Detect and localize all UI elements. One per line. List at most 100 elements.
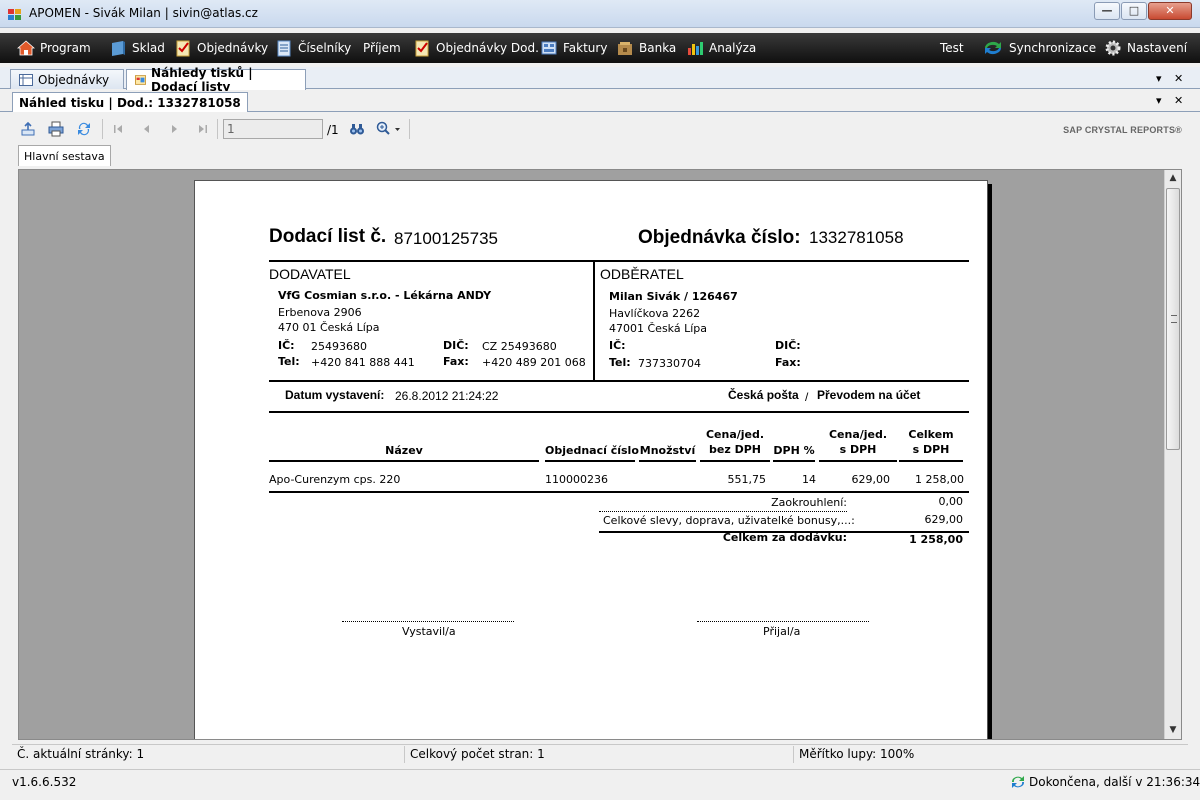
supplier-street: Erbenova 2906 [278,306,362,319]
divider [639,460,696,462]
payment-method: Převodem na účet [817,388,921,402]
signature-received-label: Přijal/a [763,625,801,638]
status-total-pages: Celkový počet stran: 1 [410,747,545,761]
col-celkem: Celkem s DPH [908,428,954,456]
supplier-fax-label: Fax: [443,355,469,368]
status-current-page: Č. aktuální stránky: 1 [17,747,145,761]
issue-date-label: Datum vystavení: [285,388,385,402]
menu-faktury-label: Faktury [563,41,608,55]
total-value: 1 258,00 [909,533,963,546]
menu-objednavky-label: Objednávky [197,41,269,55]
signature-issued-label: Vystavil/a [402,625,456,638]
delivery-note-number: 87100125735 [394,229,499,248]
tab-hlavni-sestava-label: Hlavní sestava [24,149,105,163]
scroll-up-icon[interactable]: ▲ [1165,170,1181,187]
customer-ic-label: IČ: [609,339,626,352]
print-preview-icon [135,75,147,85]
menu-test[interactable]: Test [940,33,964,63]
tabs-dropdown-icon[interactable]: ▾ [1156,72,1162,85]
maximize-button[interactable]: □ [1121,2,1147,20]
app-version: v1.6.6.532 [12,775,77,789]
customer-city: 47001 Česká Lípa [609,322,707,335]
menu-sklad[interactable]: Sklad [109,33,165,63]
sync-status: Dokončena, další v 21:36:34 [1029,775,1200,789]
col-cena-bez-dph: Cena/jed. bez DPH [705,428,765,456]
supplier-tel-label: Tel: [278,355,300,368]
print-icon[interactable] [48,121,64,137]
list-icon [277,40,291,57]
col-mnozstvi: Množství [639,444,696,457]
menu-banka[interactable]: Banka [616,33,676,63]
menu-objednavky[interactable]: Objednávky [174,33,268,63]
customer-title: ODBĚRATEL [600,266,684,282]
total-label: Celkem za dodávku: [722,531,847,544]
preview-close-icon[interactable]: ✕ [1174,94,1183,107]
report-page: Dodací list č. 87100125735 Objednávka čí… [194,180,988,739]
page-number-input[interactable] [223,119,323,139]
divider [269,260,969,262]
export-icon[interactable] [20,121,36,137]
customer-name: Milan Sivák / 126467 [609,290,738,303]
menu-faktury[interactable]: Faktury [540,33,607,63]
crystal-reports-logo: SAP CRYSTAL REPORTS® [1063,125,1182,135]
sync-icon [984,41,1002,55]
chart-icon [688,42,703,55]
customer-tel: 737330704 [638,357,701,370]
supplier-ic-label: IČ: [278,339,295,352]
scroll-thumb[interactable] [1166,188,1180,450]
tab-hlavni-sestava[interactable]: Hlavní sestava [18,145,111,166]
menu-sklad-label: Sklad [132,41,165,55]
row-dph: 14 [802,473,816,486]
report-preview-area[interactable]: Dodací list č. 87100125735 Objednávka čí… [18,169,1182,740]
app-status-bar: v1.6.6.532 Dokončena, další v 21:36:34 [0,769,1200,793]
col-cena-s-dph: Cena/jed. s DPH [828,428,888,456]
previous-page-icon[interactable] [138,121,154,137]
minimize-button[interactable]: — [1094,2,1120,20]
next-page-icon[interactable] [167,121,183,137]
home-icon [17,40,35,56]
toolbar-separator [102,119,103,139]
signature-line-issued [342,621,514,622]
menu-objednavky-dod-label: Objednávky Dod. [436,41,539,55]
order-number: 1332781058 [809,228,904,247]
menu-nastaveni[interactable]: Nastavení [1104,33,1187,63]
binoculars-icon[interactable] [349,121,365,137]
zoom-icon[interactable] [376,121,402,137]
checklist-icon [415,40,429,57]
close-button[interactable]: ✕ [1148,2,1192,20]
tab-objednavky[interactable]: Objednávky [10,69,124,89]
page-total: /1 [327,123,339,137]
menu-analyza[interactable]: Analýza [686,33,756,63]
tab-nahledy-tisku[interactable]: Náhledy tisků | Dodací listy [126,66,306,94]
tab-nahled-tisku[interactable]: Náhled tisku | Dod.: 1332781058 [12,92,248,112]
shipping-method: Česká pošta [728,388,799,402]
menu-program[interactable]: Program [17,33,91,63]
tabs-close-icon[interactable]: ✕ [1174,72,1183,85]
table-icon [19,73,33,86]
main-menu-bar: Program Sklad Objednávky Číselníky Příje… [0,33,1200,63]
grip-icon [1171,315,1177,323]
refresh-icon[interactable] [76,121,92,137]
dotted-divider [599,511,847,512]
row-objednaci-cislo: 110000236 [545,473,608,486]
preview-dropdown-icon[interactable]: ▾ [1156,94,1162,107]
menu-banka-label: Banka [639,41,677,55]
status-separator [404,746,405,763]
col-nazev: Název [385,444,423,457]
menu-prijem[interactable]: Příjem [363,33,401,63]
menu-objednavky-dod[interactable]: Objednávky Dod. [413,33,539,63]
maximize-icon: □ [1128,4,1140,17]
rounding-value: 0,00 [938,495,964,508]
supplier-title: DODAVATEL [269,266,351,282]
slash-separator: / [805,390,809,404]
divider [269,411,969,413]
scroll-down-icon[interactable]: ▼ [1165,722,1181,739]
divider [593,261,595,380]
menu-ciselniky[interactable]: Číselníky [275,33,351,63]
window-title: APOMEN - Sivák Milan | sivin@atlas.cz [29,6,258,20]
menu-synchronizace[interactable]: Synchronizace [982,33,1096,63]
first-page-icon[interactable] [110,121,126,137]
vertical-scrollbar[interactable]: ▲ ▼ [1164,170,1181,739]
supplier-dic-label: DIČ: [443,339,469,352]
last-page-icon[interactable] [195,121,211,137]
